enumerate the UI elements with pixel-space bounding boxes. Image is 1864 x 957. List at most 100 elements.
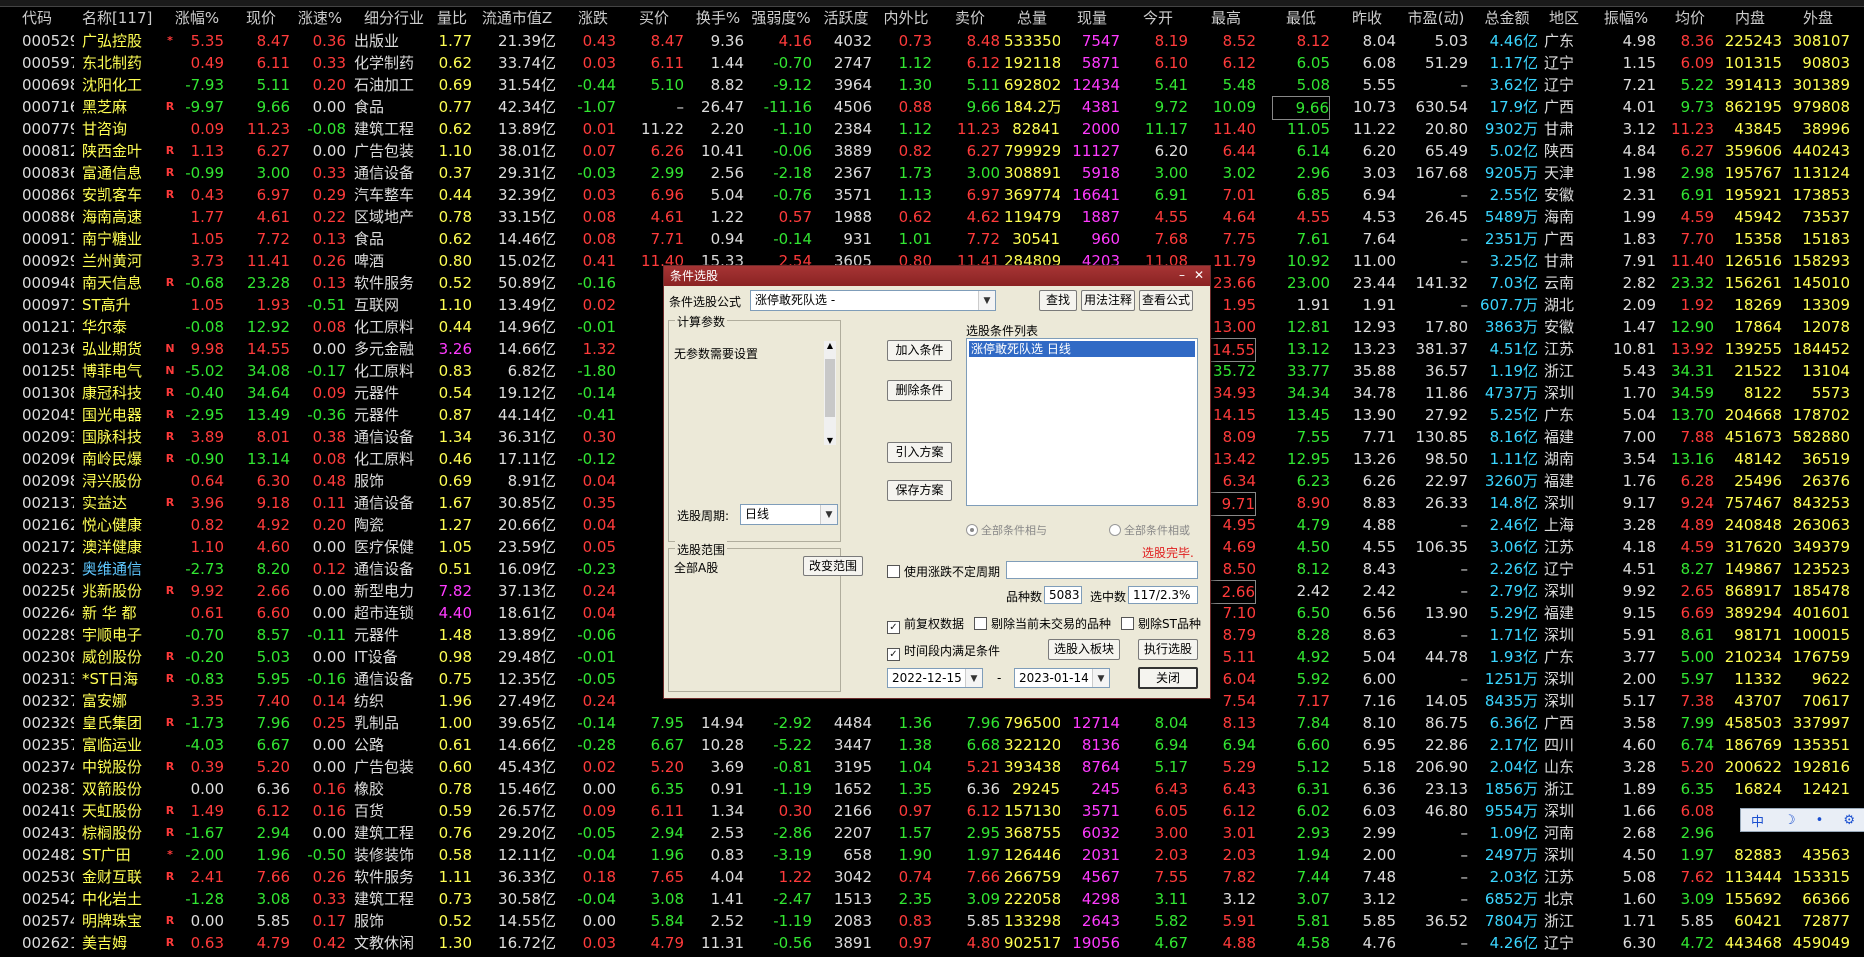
col-header-prev-close[interactable]: 昨收 [1338, 6, 1396, 30]
table-row[interactable]: 002482 ST广田 * -2.00 1.96 -0.50 装修装饰 0.58 12.11亿 -… [0, 844, 1864, 866]
table-row[interactable]: 002374 中锐股份 R 0.39 5.20 0.00 广告包装 0.60 45.43亿 0.0… [0, 756, 1864, 778]
change-range-button[interactable]: 改变范围 [803, 556, 863, 576]
dot-icon[interactable]: • [1816, 813, 1824, 828]
table-row[interactable]: 002574 明牌珠宝 R 0.00 5.85 0.17 服饰 0.52 14.55亿 0.00 5… [0, 910, 1864, 932]
cell-inner: 60421 [1734, 912, 1782, 930]
chevron-up-icon[interactable]: ▲ [824, 341, 836, 350]
condition-list-item[interactable]: 涨停敢死队选 日线 [969, 341, 1195, 357]
import-plan-button[interactable]: 引入方案 [887, 442, 952, 463]
moon-icon[interactable]: ☽ [1784, 813, 1796, 828]
formula-select[interactable]: 涨停敢死队选 - ▼ [750, 290, 996, 311]
cell-name: 中化岩土 [82, 890, 143, 908]
table-row[interactable]: 002431 棕榈股份 R -1.67 2.94 0.00 建筑工程 0.76 29.20亿 -0… [0, 822, 1864, 844]
col-header-industry[interactable]: 细分行业 [354, 6, 434, 30]
col-header-open[interactable]: 今开 [1128, 6, 1188, 30]
col-header-bid[interactable]: 买价 [624, 6, 684, 30]
col-header-pe[interactable]: 市盈(动) [1404, 6, 1468, 30]
cell-float-cap: 13.49亿 [498, 296, 556, 314]
table-row[interactable]: 002329 皇氏集团 R -1.73 7.96 0.25 乳制品 1.00 39.65亿 -0.… [0, 712, 1864, 734]
table-row[interactable]: 000779 甘咨询 0.09 11.23 -0.08 建筑工程 0.62 13.89亿 0.0… [0, 118, 1864, 140]
add-condition-button[interactable]: 加入条件 [887, 340, 952, 361]
table-row[interactable]: 002419 天虹股份 R 1.49 6.12 0.16 百货 0.59 26.57亿 0.09 6… [0, 800, 1864, 822]
scroll-thumb[interactable] [825, 359, 835, 417]
chevron-down-icon[interactable]: ▼ [820, 505, 837, 524]
minimize-icon[interactable]: – [1174, 268, 1190, 283]
col-header-total-vol[interactable]: 总量 [1004, 6, 1060, 30]
col-header-vol-ratio[interactable]: 量比 [432, 6, 472, 30]
period-select[interactable]: 日线 ▼ [740, 504, 838, 525]
table-row[interactable]: 000886 海南高速 1.77 4.61 0.22 区域地产 0.78 33.15亿 0.08… [0, 206, 1864, 228]
col-header-cur-vol[interactable]: 现量 [1064, 6, 1120, 30]
exclude-nottrading-checkbox[interactable]: 剔除当前未交易的品种 [974, 615, 1111, 632]
table-row[interactable]: 000698 沈阳化工 -7.93 5.11 0.20 石油加工 0.69 31.54亿 -0.… [0, 74, 1864, 96]
table-row[interactable]: 000716 黑芝麻 R -9.97 9.66 0.00 食品 0.77 42.34亿 -1.07… [0, 96, 1864, 120]
table-row[interactable]: 000836 富通信息 R -0.99 3.00 0.33 通信设备 0.37 29.31亿 -0… [0, 162, 1864, 184]
cell-chg-pct: 1.05 [190, 230, 224, 248]
col-header-outer[interactable]: 外盘 [1786, 6, 1850, 30]
col-header-inner[interactable]: 内盘 [1718, 6, 1782, 30]
date-from-picker[interactable]: 2022-12-15 ▼ [887, 668, 983, 688]
view-formula-button[interactable]: 查看公式 [1139, 290, 1193, 311]
fq-data-checkbox[interactable]: ✓ 前复权数据 [887, 615, 964, 634]
radio-or[interactable]: 全部条件相或 [1109, 522, 1190, 538]
cell-vol-ratio: 0.62 [438, 120, 472, 138]
col-header-chg-pct[interactable]: 涨幅% [170, 6, 224, 30]
chevron-down-icon[interactable]: ▼ [824, 436, 836, 445]
delete-condition-button[interactable]: 删除条件 [887, 380, 952, 401]
table-row[interactable]: 002542 中化岩土 -1.28 3.08 0.33 建筑工程 0.73 30.58亿 -0.… [0, 888, 1864, 910]
to-block-button[interactable]: 选股入板块 [1048, 639, 1120, 660]
col-header-in-out[interactable]: 内外比 [880, 6, 932, 30]
col-header-price[interactable]: 现价 [232, 6, 290, 30]
col-header-area[interactable]: 地区 [1544, 6, 1584, 30]
col-header-name[interactable]: 名称[117] [82, 6, 162, 30]
table-row[interactable]: 000868 安凯客车 R 0.43 6.97 0.29 汽车整车 0.44 32.39亿 0.0… [0, 184, 1864, 206]
table-row[interactable]: 000812 陕西金叶 R 1.13 6.27 0.00 广告包装 1.10 38.01亿 0.0… [0, 140, 1864, 162]
col-header-turnover[interactable]: 换手% [692, 6, 744, 30]
exclude-st-checkbox[interactable]: 剔除ST品种 [1121, 615, 1201, 632]
chevron-down-icon[interactable]: ▼ [965, 669, 982, 687]
chevron-down-icon[interactable]: ▼ [978, 291, 995, 310]
ime-lang-indicator[interactable]: 中 [1751, 811, 1764, 830]
find-button[interactable]: 查找 [1039, 290, 1077, 311]
use-period-checkbox[interactable]: 使用涨跌不定周期 [887, 563, 1000, 580]
cell-open: 6.91 [1154, 186, 1188, 204]
col-header-avg-price[interactable]: 均价 [1666, 6, 1714, 30]
dialog-titlebar[interactable]: 条件选股 – ✕ [664, 266, 1210, 286]
radio-and[interactable]: 全部条件相与 [966, 522, 1047, 538]
col-header-code[interactable]: 代码 [22, 6, 74, 30]
cell-speed: 0.26 [312, 868, 346, 886]
col-header-low[interactable]: 最低 [1272, 6, 1330, 30]
timerange-checkbox[interactable]: ✓ 时间段内满足条件 [887, 642, 1000, 661]
table-row[interactable]: 002530 金财互联 R 2.41 7.66 0.26 软件服务 1.11 36.33亿 0.1… [0, 866, 1864, 888]
save-plan-button[interactable]: 保存方案 [887, 480, 952, 501]
close-button[interactable]: 关闭 [1138, 667, 1198, 689]
chevron-down-icon[interactable]: ▼ [1092, 669, 1109, 687]
col-header-ask[interactable]: 卖价 [940, 6, 1000, 30]
col-header-activity[interactable]: 活跃度 [820, 6, 872, 30]
params-scrollbar[interactable]: ▲ ▼ [824, 341, 836, 445]
col-header-float-cap[interactable]: 流通市值Z [478, 6, 556, 30]
col-header-change[interactable]: 涨跌 [570, 6, 616, 30]
table-row[interactable]: 000911 南宁糖业 1.05 7.72 0.13 食品 0.62 14.46亿 0.08 7.… [0, 228, 1864, 250]
cell-speed: 0.00 [312, 582, 346, 600]
condition-list[interactable]: 涨停敢死队选 日线 [966, 338, 1198, 506]
cell-name: 富安娜 [82, 692, 128, 710]
col-header-total-cap[interactable]: 总金额 [1476, 6, 1538, 30]
table-row[interactable]: 002357 富临运业 -4.03 6.67 0.00 公路 0.61 14.66亿 -0.28… [0, 734, 1864, 756]
table-row[interactable]: 002381 双箭股份 0.00 6.36 0.16 橡胶 0.78 15.46亿 0.00 6.… [0, 778, 1864, 800]
cell-speed: 0.09 [312, 384, 346, 402]
col-header-high[interactable]: 最高 [1196, 6, 1256, 30]
execute-button[interactable]: 执行选股 [1138, 639, 1198, 660]
date-to-picker[interactable]: 2023-01-14 ▼ [1014, 668, 1110, 688]
gear-icon[interactable]: ⚙ [1843, 813, 1855, 828]
table-row[interactable]: 000597 东北制药 0.49 6.11 0.33 化学制药 0.62 33.74亿 0.03… [0, 52, 1864, 74]
col-header-strength[interactable]: 强弱度% [750, 6, 812, 30]
table-row[interactable]: 002621 美吉姆 R 0.63 4.79 0.42 文教休闲 1.30 16.72亿 0.03… [0, 932, 1864, 954]
close-icon[interactable]: ✕ [1191, 268, 1207, 283]
cell-float-cap: 50.89亿 [498, 274, 556, 292]
col-header-amplitude[interactable]: 振幅% [1596, 6, 1656, 30]
period-input[interactable] [1006, 561, 1198, 579]
table-row[interactable]: 000529 广弘控股 * 5.35 8.47 0.36 出版业 1.77 21.39亿 0.43… [0, 30, 1864, 52]
usage-note-button[interactable]: 用法注释 [1081, 290, 1135, 311]
col-header-speed[interactable]: 涨速% [294, 6, 346, 30]
